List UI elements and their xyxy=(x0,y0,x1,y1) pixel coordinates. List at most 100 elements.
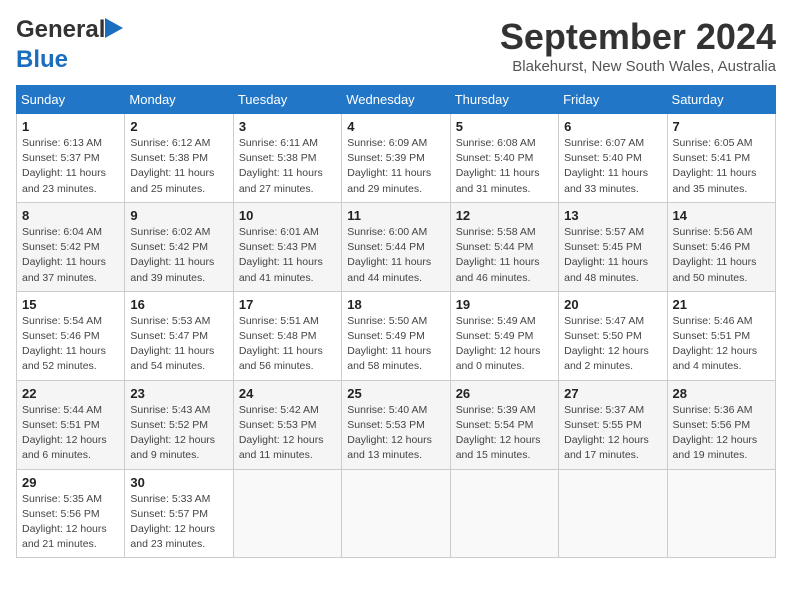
day-info: Sunrise: 5:56 AMSunset: 5:46 PMDaylight:… xyxy=(673,225,770,286)
calendar-day-header: Tuesday xyxy=(233,86,341,114)
calendar-cell: 2 Sunrise: 6:12 AMSunset: 5:38 PMDaylight… xyxy=(125,114,233,203)
day-info: Sunrise: 5:54 AMSunset: 5:46 PMDaylight:… xyxy=(22,314,119,375)
day-info: Sunrise: 5:44 AMSunset: 5:51 PMDaylight:… xyxy=(22,403,119,464)
calendar-day-header: Sunday xyxy=(17,86,125,114)
day-info: Sunrise: 5:53 AMSunset: 5:47 PMDaylight:… xyxy=(130,314,227,375)
calendar-cell: 20Sunrise: 5:47 AMSunset: 5:50 PMDayligh… xyxy=(559,291,667,380)
day-number: 11 xyxy=(347,208,444,223)
day-info: Sunrise: 6:04 AMSunset: 5:42 PMDaylight:… xyxy=(22,225,119,286)
calendar-cell: 25 Sunrise: 5:40 AMSunset: 5:53 PMDayligh… xyxy=(342,380,450,469)
calendar-cell: 17Sunrise: 5:51 AMSunset: 5:48 PMDayligh… xyxy=(233,291,341,380)
day-info: Sunrise: 5:50 AMSunset: 5:49 PMDaylight:… xyxy=(347,314,444,375)
day-info: Sunrise: 5:33 AMSunset: 5:57 PMDaylight:… xyxy=(130,492,227,553)
calendar-day-header: Monday xyxy=(125,86,233,114)
calendar-cell: 11 Sunrise: 6:00 AMSunset: 5:44 PMDayligh… xyxy=(342,202,450,291)
day-info: Sunrise: 5:40 AMSunset: 5:53 PMDaylight:… xyxy=(347,403,444,464)
day-number: 3 xyxy=(239,119,336,134)
day-number: 5 xyxy=(456,119,553,134)
logo-arrow-icon xyxy=(105,18,123,38)
calendar-cell: 22 Sunrise: 5:44 AMSunset: 5:51 PMDayligh… xyxy=(17,380,125,469)
calendar-week-row: 1Sunrise: 6:13 AMSunset: 5:37 PMDaylight… xyxy=(17,114,776,203)
day-info: Sunrise: 5:58 AMSunset: 5:44 PMDaylight:… xyxy=(456,225,553,286)
calendar-header-row: SundayMondayTuesdayWednesdayThursdayFrid… xyxy=(17,86,776,114)
calendar-table: SundayMondayTuesdayWednesdayThursdayFrid… xyxy=(16,85,776,558)
calendar-cell: 29 Sunrise: 5:35 AMSunset: 5:56 PMDayligh… xyxy=(17,469,125,558)
day-number: 25 xyxy=(347,386,444,401)
calendar-cell: 9 Sunrise: 6:02 AMSunset: 5:42 PMDaylight… xyxy=(125,202,233,291)
day-number: 26 xyxy=(456,386,553,401)
calendar-cell: 23 Sunrise: 5:43 AMSunset: 5:52 PMDayligh… xyxy=(125,380,233,469)
day-info: Sunrise: 6:01 AMSunset: 5:43 PMDaylight:… xyxy=(239,225,336,286)
calendar-cell: 28Sunrise: 5:36 AMSunset: 5:56 PMDayligh… xyxy=(667,380,775,469)
calendar-body: 1Sunrise: 6:13 AMSunset: 5:37 PMDaylight… xyxy=(17,114,776,558)
day-number: 9 xyxy=(130,208,227,223)
calendar-cell xyxy=(450,469,558,558)
logo-blue: Blue xyxy=(16,46,68,73)
day-info: Sunrise: 6:09 AMSunset: 5:39 PMDaylight:… xyxy=(347,136,444,197)
calendar-cell: 10 Sunrise: 6:01 AMSunset: 5:43 PMDayligh… xyxy=(233,202,341,291)
day-number: 20 xyxy=(564,297,661,312)
day-number: 30 xyxy=(130,475,227,490)
calendar-cell: 26 Sunrise: 5:39 AMSunset: 5:54 PMDayligh… xyxy=(450,380,558,469)
calendar-cell xyxy=(233,469,341,558)
day-info: Sunrise: 5:37 AMSunset: 5:55 PMDaylight:… xyxy=(564,403,661,464)
calendar-cell: 8Sunrise: 6:04 AMSunset: 5:42 PMDaylight… xyxy=(17,202,125,291)
day-info: Sunrise: 6:05 AMSunset: 5:41 PMDaylight:… xyxy=(673,136,770,197)
title-block: September 2024 Blakehurst, New South Wal… xyxy=(500,16,776,75)
day-info: Sunrise: 5:39 AMSunset: 5:54 PMDaylight:… xyxy=(456,403,553,464)
calendar-cell: 7 Sunrise: 6:05 AMSunset: 5:41 PMDaylight… xyxy=(667,114,775,203)
calendar-day-header: Thursday xyxy=(450,86,558,114)
calendar-cell: 21Sunrise: 5:46 AMSunset: 5:51 PMDayligh… xyxy=(667,291,775,380)
calendar-day-header: Wednesday xyxy=(342,86,450,114)
day-number: 21 xyxy=(673,297,770,312)
day-info: Sunrise: 6:12 AMSunset: 5:38 PMDaylight:… xyxy=(130,136,227,197)
day-number: 27 xyxy=(564,386,661,401)
day-number: 23 xyxy=(130,386,227,401)
calendar-cell: 4Sunrise: 6:09 AMSunset: 5:39 PMDaylight… xyxy=(342,114,450,203)
calendar-week-row: 8Sunrise: 6:04 AMSunset: 5:42 PMDaylight… xyxy=(17,202,776,291)
day-info: Sunrise: 6:00 AMSunset: 5:44 PMDaylight:… xyxy=(347,225,444,286)
day-number: 29 xyxy=(22,475,119,490)
day-number: 2 xyxy=(130,119,227,134)
calendar-cell: 1Sunrise: 6:13 AMSunset: 5:37 PMDaylight… xyxy=(17,114,125,203)
day-info: Sunrise: 5:36 AMSunset: 5:56 PMDaylight:… xyxy=(673,403,770,464)
calendar-cell xyxy=(342,469,450,558)
calendar-cell: 3 Sunrise: 6:11 AMSunset: 5:38 PMDaylight… xyxy=(233,114,341,203)
calendar-cell xyxy=(667,469,775,558)
day-number: 10 xyxy=(239,208,336,223)
day-info: Sunrise: 6:02 AMSunset: 5:42 PMDaylight:… xyxy=(130,225,227,286)
calendar-day-header: Saturday xyxy=(667,86,775,114)
day-number: 15 xyxy=(22,297,119,312)
day-info: Sunrise: 5:57 AMSunset: 5:45 PMDaylight:… xyxy=(564,225,661,286)
day-info: Sunrise: 5:51 AMSunset: 5:48 PMDaylight:… xyxy=(239,314,336,375)
day-number: 1 xyxy=(22,119,119,134)
day-number: 6 xyxy=(564,119,661,134)
day-number: 19 xyxy=(456,297,553,312)
day-number: 24 xyxy=(239,386,336,401)
calendar-cell: 5 Sunrise: 6:08 AMSunset: 5:40 PMDaylight… xyxy=(450,114,558,203)
day-info: Sunrise: 5:43 AMSunset: 5:52 PMDaylight:… xyxy=(130,403,227,464)
logo: General Blue xyxy=(16,16,105,74)
calendar-week-row: 22 Sunrise: 5:44 AMSunset: 5:51 PMDayligh… xyxy=(17,380,776,469)
day-info: Sunrise: 6:08 AMSunset: 5:40 PMDaylight:… xyxy=(456,136,553,197)
day-info: Sunrise: 5:42 AMSunset: 5:53 PMDaylight:… xyxy=(239,403,336,464)
calendar-cell: 14Sunrise: 5:56 AMSunset: 5:46 PMDayligh… xyxy=(667,202,775,291)
day-number: 16 xyxy=(130,297,227,312)
calendar-cell: 12Sunrise: 5:58 AMSunset: 5:44 PMDayligh… xyxy=(450,202,558,291)
day-number: 13 xyxy=(564,208,661,223)
day-info: Sunrise: 6:11 AMSunset: 5:38 PMDaylight:… xyxy=(239,136,336,197)
month-title: September 2024 xyxy=(500,16,776,58)
calendar-cell: 24 Sunrise: 5:42 AMSunset: 5:53 PMDayligh… xyxy=(233,380,341,469)
calendar-cell: 27 Sunrise: 5:37 AMSunset: 5:55 PMDayligh… xyxy=(559,380,667,469)
day-number: 22 xyxy=(22,386,119,401)
logo-general: General xyxy=(16,16,105,43)
day-info: Sunrise: 5:35 AMSunset: 5:56 PMDaylight:… xyxy=(22,492,119,553)
page-header: General Blue September 2024 Blakehurst, … xyxy=(16,16,776,75)
day-number: 18 xyxy=(347,297,444,312)
calendar-cell: 30 Sunrise: 5:33 AMSunset: 5:57 PMDayligh… xyxy=(125,469,233,558)
calendar-cell: 19Sunrise: 5:49 AMSunset: 5:49 PMDayligh… xyxy=(450,291,558,380)
calendar-cell: 15 Sunrise: 5:54 AMSunset: 5:46 PMDayligh… xyxy=(17,291,125,380)
day-info: Sunrise: 6:07 AMSunset: 5:40 PMDaylight:… xyxy=(564,136,661,197)
location-subtitle: Blakehurst, New South Wales, Australia xyxy=(500,58,776,75)
day-number: 7 xyxy=(673,119,770,134)
